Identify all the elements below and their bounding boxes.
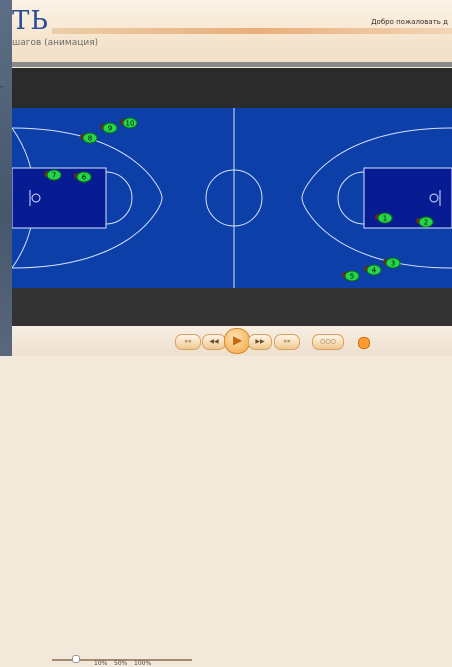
rewind-button[interactable]: «« xyxy=(175,334,201,350)
player-8: 8 xyxy=(80,132,98,144)
player-number: 1 xyxy=(383,215,387,223)
player-1: 1 xyxy=(375,212,393,224)
zoom-50[interactable]: 50% xyxy=(114,660,127,667)
player-number: 6 xyxy=(82,174,87,182)
player-4: 4 xyxy=(364,264,382,276)
player-5: 5 xyxy=(342,270,360,282)
player-number: 5 xyxy=(350,273,354,281)
stage-bottom-area xyxy=(12,288,452,326)
player-number: 10 xyxy=(126,120,135,128)
options-button[interactable]: ○○○ xyxy=(312,334,344,350)
step-forward-icon: ▶▶ xyxy=(255,338,265,345)
player-number: 8 xyxy=(88,135,92,143)
player-number: 2 xyxy=(424,219,428,227)
player-3: 3 xyxy=(383,257,401,269)
zoom-10[interactable]: 10% xyxy=(94,660,107,667)
player-6: 6 xyxy=(74,171,92,183)
play-button[interactable]: ▶ xyxy=(224,328,250,354)
step-back-icon: ◀◀ xyxy=(209,338,219,345)
zoom-100[interactable]: 100% xyxy=(134,660,151,667)
play-icon: ▶ xyxy=(233,333,243,347)
playback-controls: 10% 50% 100% «« ◀◀ ▶ ▶▶ »» ○○○ xyxy=(12,326,452,667)
step-back-button[interactable]: ◀◀ xyxy=(202,334,226,350)
settings-dot-icon[interactable] xyxy=(358,337,370,349)
player-number: 7 xyxy=(52,172,56,180)
fast-forward-button[interactable]: »» xyxy=(274,334,300,350)
step-forward-button[interactable]: ▶▶ xyxy=(248,334,272,350)
player-number: 9 xyxy=(108,125,112,133)
player-9: 9 xyxy=(100,122,118,134)
player-7: 7 xyxy=(44,169,62,181)
player-2: 2 xyxy=(416,216,434,228)
player-number: 4 xyxy=(372,267,377,275)
timeline-knob[interactable] xyxy=(72,655,80,663)
player-number: 3 xyxy=(391,260,395,268)
player-10: 10 xyxy=(120,117,138,129)
